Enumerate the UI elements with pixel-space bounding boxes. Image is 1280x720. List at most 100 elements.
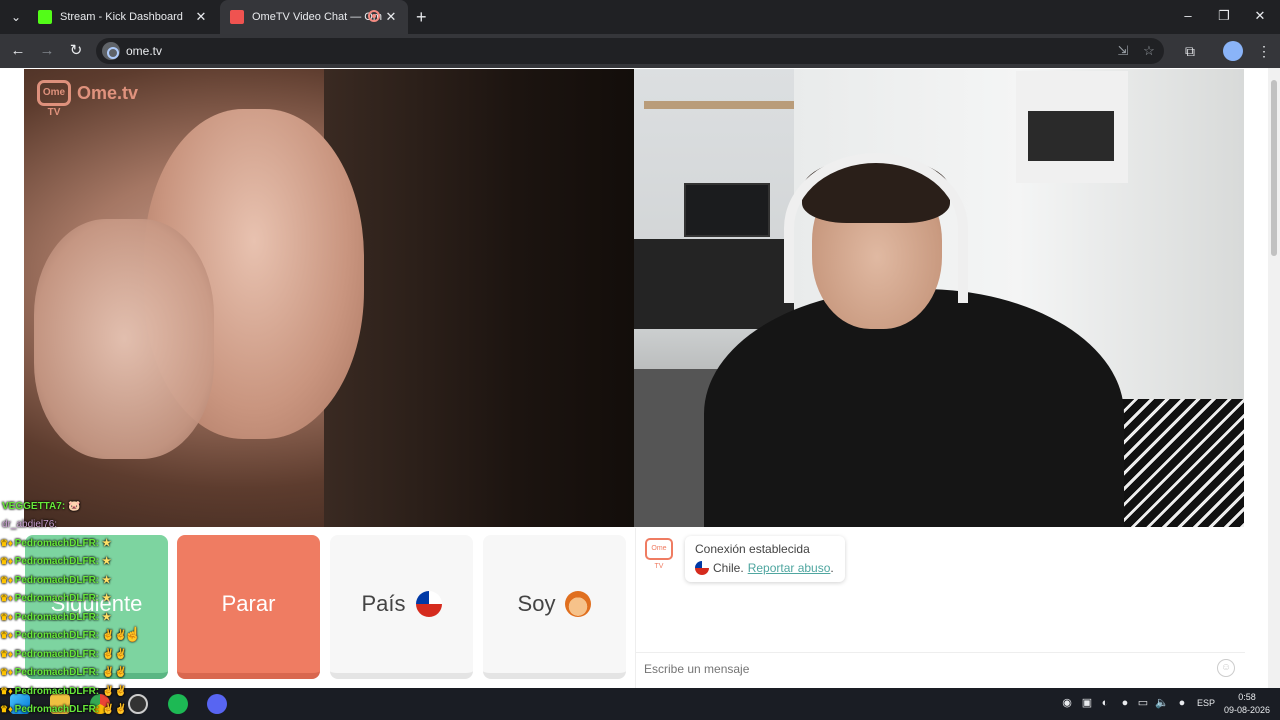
browser-toolbar: ← → ↻ ome.tv ⇲ ☆ ⧉ ⋮ bbox=[0, 34, 1280, 68]
url-text[interactable]: ome.tv bbox=[126, 44, 162, 58]
recording-icon bbox=[368, 10, 380, 22]
overlay-username: PedromachDLFR: bbox=[14, 611, 100, 623]
microphone-icon[interactable]: ● bbox=[1175, 696, 1189, 710]
overlay-message: ♛♦ PedromachDLFR: ★ bbox=[0, 537, 112, 549]
mouse-cursor-icon: ☝ bbox=[124, 626, 142, 642]
overlay-username: PedromachDLFR: bbox=[14, 556, 100, 568]
more-menu-icon[interactable]: ⋮ bbox=[1254, 41, 1274, 61]
stranger-video: Ome TV Ome.tv bbox=[24, 69, 634, 527]
back-arrow-icon[interactable]: ← bbox=[7, 40, 29, 62]
ometv-logo: Ome TV Ome.tv bbox=[37, 79, 139, 118]
tab-title: Stream - Kick Dashboard bbox=[60, 11, 183, 23]
overlay-message: ♛♦ PedromachDLFR: ★ bbox=[0, 593, 112, 605]
extensions-icon[interactable]: ⧉ bbox=[1180, 41, 1200, 61]
reload-icon[interactable]: ↻ bbox=[65, 40, 87, 62]
headset bbox=[784, 153, 968, 303]
overlay-username: PedromachDLFR: bbox=[14, 593, 100, 605]
clock-time: 0:58 bbox=[1238, 692, 1256, 702]
boy-avatar-icon bbox=[565, 591, 592, 617]
chat-panel: Ome TV Conexión establecida Chile. Repor… bbox=[635, 528, 1245, 688]
bookmark-star-icon[interactable]: ☆ bbox=[1140, 42, 1158, 60]
close-tab-icon[interactable]: ✕ bbox=[384, 10, 398, 24]
country-button-label: País bbox=[361, 591, 406, 616]
self-video bbox=[634, 69, 1244, 527]
close-window-button[interactable]: ✕ bbox=[1242, 0, 1278, 32]
overlay-username: VEGGETTA7: bbox=[2, 500, 66, 512]
video-background bbox=[324, 69, 634, 527]
site-info-icon[interactable] bbox=[102, 42, 120, 60]
tab-ometv[interactable]: OmeTV Video Chat — Ome ✕ bbox=[220, 0, 408, 34]
message-input[interactable] bbox=[644, 659, 1204, 679]
language-indicator[interactable]: ESP bbox=[1197, 698, 1215, 708]
stop-button-label: Parar bbox=[221, 591, 276, 616]
overlay-message: ♛♦ PedromachDLFR: ★ bbox=[0, 574, 112, 586]
room-poster bbox=[1016, 71, 1128, 183]
overlay-message: ♛♦ PedromachDLFR: ✌✌ bbox=[0, 685, 128, 697]
gender-select-button[interactable]: Soy bbox=[483, 535, 626, 679]
address-bar[interactable]: ome.tv ⇲ ☆ bbox=[96, 38, 1164, 64]
overlay-text: ★ bbox=[102, 556, 112, 568]
discord-tray-icon[interactable]: ◉ bbox=[1060, 696, 1074, 710]
page-viewport: Ome TV Ome.tv Siguiente Parar País Soy O… bbox=[0, 68, 1280, 688]
overlay-text: ★ bbox=[102, 593, 112, 605]
self-body bbox=[704, 289, 1124, 527]
overlay-text: ★ bbox=[102, 537, 112, 549]
overlay-username: PedromachDLFR: bbox=[14, 574, 100, 586]
restore-button[interactable]: ❐ bbox=[1206, 0, 1242, 32]
tray-app-icon[interactable]: ◐ bbox=[1098, 696, 1112, 710]
tray-app-icon[interactable]: ▣ bbox=[1080, 696, 1094, 710]
overlay-username: PedromachDLFR: bbox=[14, 537, 100, 549]
report-suffix: . bbox=[830, 561, 834, 575]
overlay-text: ✌✌ bbox=[102, 667, 128, 679]
tab-title: OmeTV Video Chat — Ome bbox=[252, 11, 382, 23]
overlay-text: ✌✌ bbox=[102, 704, 128, 716]
report-abuse-link[interactable]: Reportar abuso bbox=[748, 561, 831, 575]
overlay-text: 🐷 bbox=[68, 500, 81, 512]
overlay-username: PedromachDLFR: bbox=[14, 667, 100, 679]
overlay-message: ♛♦ PedromachDLFR: ✌✌ bbox=[0, 667, 128, 679]
overlay-message: ♛♦ PedromachDLFR: ✌✌ bbox=[0, 704, 128, 716]
clock-date: 09-08-2026 bbox=[1223, 705, 1271, 715]
spotify-icon[interactable] bbox=[168, 694, 188, 714]
ometv-chat-logo-icon: Ome TV bbox=[645, 538, 673, 570]
volume-icon[interactable]: 🔈 bbox=[1155, 696, 1169, 710]
system-clock[interactable]: 0:58 09-08-2026 bbox=[1222, 691, 1272, 717]
overlay-message: ♛♦ PedromachDLFR: ★ bbox=[0, 556, 112, 568]
overlay-text: ★ bbox=[102, 574, 112, 586]
cast-icon[interactable]: ⇲ bbox=[1114, 42, 1132, 60]
scrollbar-thumb[interactable] bbox=[1271, 80, 1277, 256]
spotify-tray-icon[interactable]: ● bbox=[1118, 696, 1132, 710]
emoji-icon[interactable]: ☺ bbox=[1217, 659, 1235, 677]
overlay-message: ♛♦ PedromachDLFR: ✌✌ bbox=[0, 648, 128, 660]
connection-status: Conexión establecida bbox=[695, 542, 810, 556]
discord-icon[interactable] bbox=[207, 694, 227, 714]
stop-button[interactable]: Parar bbox=[177, 535, 320, 679]
me-button-label: Soy bbox=[517, 591, 556, 616]
overlay-message: VEGGETTA7: 🐷 bbox=[0, 497, 160, 516]
close-tab-icon[interactable]: ✕ bbox=[194, 10, 208, 24]
country-filter-button[interactable]: País bbox=[330, 535, 473, 679]
tv-icon: Ome TV bbox=[37, 80, 71, 118]
logo-text: Ome.tv bbox=[77, 82, 139, 103]
stranger-country: Chile. bbox=[713, 561, 744, 575]
plus-icon[interactable]: + bbox=[416, 7, 427, 27]
page-scrollbar[interactable] bbox=[1268, 68, 1280, 688]
profile-avatar[interactable] bbox=[1223, 41, 1243, 61]
network-icon[interactable]: ▭ bbox=[1136, 696, 1150, 710]
room-desk bbox=[634, 239, 794, 329]
stranger-hand bbox=[34, 219, 214, 459]
message-input-bar: ☺ bbox=[636, 652, 1245, 682]
overlay-username: PedromachDLFR: bbox=[14, 704, 100, 716]
tab-search-icon[interactable]: ⌄ bbox=[6, 8, 26, 26]
kick-favicon-icon bbox=[38, 10, 52, 24]
overlay-username: PedromachDLFR: bbox=[14, 648, 100, 660]
forward-arrow-icon[interactable]: → bbox=[36, 40, 58, 62]
minimize-button[interactable]: – bbox=[1170, 0, 1206, 32]
overlay-message: ♛♦ PedromachDLFR: ★ bbox=[0, 611, 112, 623]
overlay-username: PedromachDLFR: bbox=[14, 685, 100, 697]
chile-flag-icon bbox=[415, 591, 442, 617]
system-message: Conexión establecida Chile. Reportar abu… bbox=[685, 536, 845, 582]
overlay-username: dr_abdiel76: bbox=[2, 519, 58, 531]
overlay-text: ✌✌ bbox=[102, 648, 128, 660]
tab-kick-dashboard[interactable]: Stream - Kick Dashboard ✕ bbox=[28, 0, 218, 34]
